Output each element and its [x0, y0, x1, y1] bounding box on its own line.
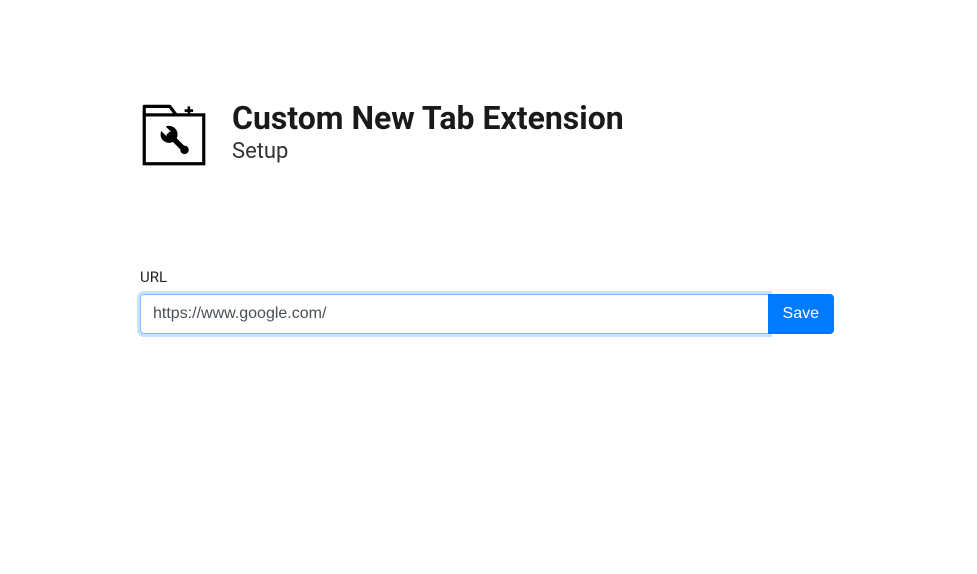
header: Custom New Tab Extension Setup	[140, 100, 837, 168]
url-input-group: Save	[140, 294, 834, 334]
page-subtitle: Setup	[232, 139, 624, 164]
extension-wrench-icon	[140, 100, 208, 168]
url-form: URL Save	[140, 268, 834, 334]
url-input[interactable]	[140, 294, 769, 334]
page-title: Custom New Tab Extension	[232, 100, 624, 137]
save-button[interactable]: Save	[768, 294, 834, 334]
title-group: Custom New Tab Extension Setup	[232, 100, 624, 164]
url-label: URL	[140, 268, 834, 286]
